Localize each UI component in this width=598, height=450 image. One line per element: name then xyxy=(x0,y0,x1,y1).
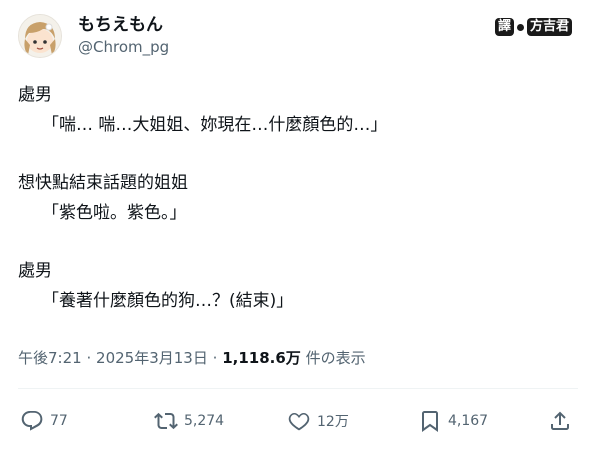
paragraph-break xyxy=(18,228,578,256)
tweet-line: 「養著什麼顏色的狗…？(結束)」 xyxy=(42,291,294,311)
tweet-date[interactable]: 2025年3月13日 xyxy=(96,349,208,367)
tweet-line: 處男 xyxy=(18,85,52,105)
tweet-line: 「喘… 喘…大姐姐、妳現在…什麼顏色的…」 xyxy=(42,115,388,135)
tweet-header: もちえもん @Chrom_pg 譯 方吉君 xyxy=(18,12,578,64)
share-button[interactable] xyxy=(548,404,572,438)
meta-separator: · xyxy=(86,349,92,367)
bookmark-icon xyxy=(418,409,442,433)
reply-icon xyxy=(20,409,44,433)
user-handle[interactable]: @Chrom_pg xyxy=(78,36,169,58)
reply-count: 77 xyxy=(50,413,68,429)
like-button[interactable]: 12万 xyxy=(287,404,349,438)
retweet-count: 5,274 xyxy=(184,413,225,429)
views-count: 1,118.6万 xyxy=(222,349,301,367)
views-label: 件の表示 xyxy=(305,349,366,367)
retweet-icon xyxy=(154,409,178,433)
tweet-meta: 午後7:21 · 2025年3月13日 · 1,118.6万 件の表示 xyxy=(18,346,578,370)
reply-button[interactable]: 77 xyxy=(20,404,68,438)
action-bar: 77 5,274 12万 4,167 xyxy=(20,404,580,438)
tweet-text: 處男 「喘… 喘…大姐姐、妳現在…什麼顏色的…」 想快點結束話題的姐姐 「紫色啦… xyxy=(18,80,578,316)
heart-icon xyxy=(287,409,311,433)
divider xyxy=(18,388,578,389)
watermark-text-b: 方吉君 xyxy=(526,18,572,36)
paragraph-break xyxy=(18,140,578,168)
tweet-time[interactable]: 午後7:21 xyxy=(18,349,82,367)
tweet-line: 處男 xyxy=(18,261,52,281)
bookmark-button[interactable]: 4,167 xyxy=(418,404,488,438)
tweet-line: 想快點結束話題的姐姐 xyxy=(18,173,188,193)
bookmark-count: 4,167 xyxy=(448,413,489,429)
share-icon xyxy=(548,409,572,433)
author-info: もちえもん @Chrom_pg xyxy=(78,14,169,58)
like-count: 12万 xyxy=(317,414,349,430)
avatar-illustration xyxy=(19,15,61,57)
watermark-text-a: 譯 xyxy=(494,18,514,36)
meta-separator: · xyxy=(212,349,218,367)
display-name[interactable]: もちえもん xyxy=(78,14,169,36)
avatar[interactable] xyxy=(18,14,62,58)
retweet-button[interactable]: 5,274 xyxy=(154,404,224,438)
tweet-line: 「紫色啦。紫色。」 xyxy=(42,203,187,223)
translator-watermark: 譯 方吉君 xyxy=(494,18,572,36)
watermark-dot xyxy=(516,23,524,31)
